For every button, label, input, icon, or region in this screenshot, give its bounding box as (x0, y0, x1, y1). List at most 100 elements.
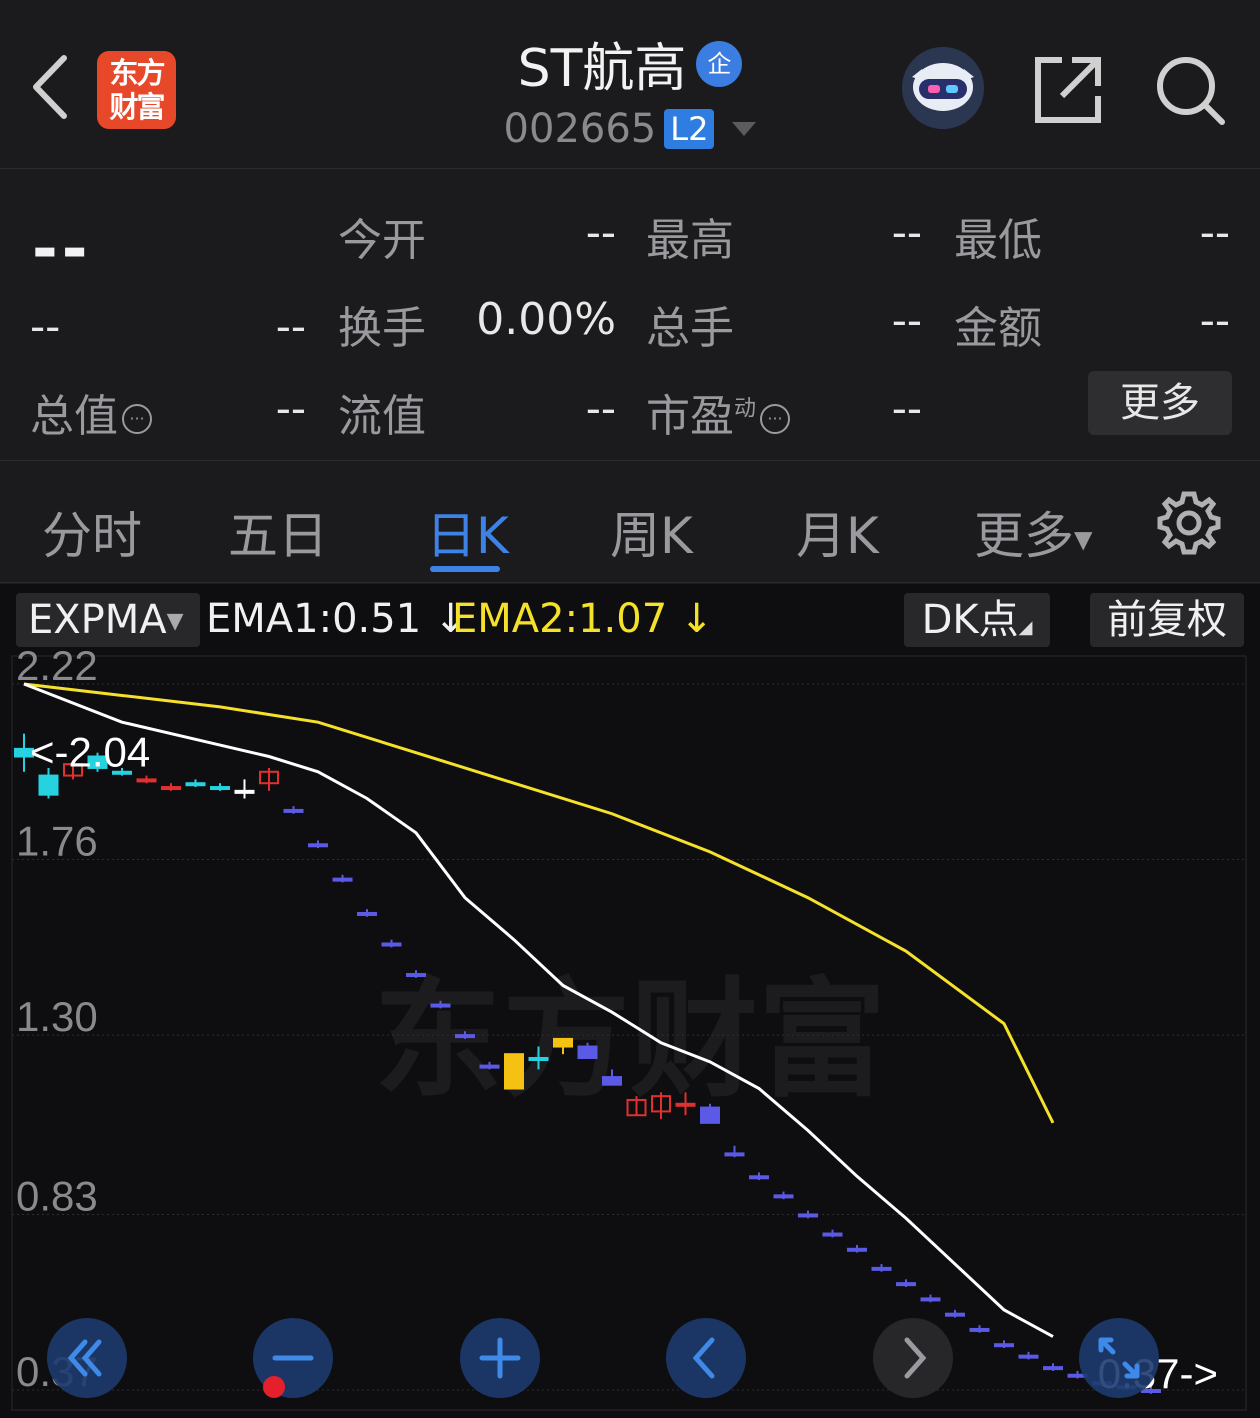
candle-body (332, 877, 353, 882)
pe-label-text: 市盈 (646, 391, 734, 442)
turnover-value: 0.00% (476, 294, 616, 345)
y-tick-label: 1.76 (16, 818, 98, 865)
high-value: -- (891, 208, 922, 257)
candle-body (210, 786, 230, 791)
market-cap-label-text: 总值 (30, 391, 118, 442)
candle-body (1018, 1354, 1039, 1359)
amount-label: 金额 (954, 303, 1042, 354)
candle-body (455, 1034, 475, 1039)
enterprise-badge: 企 (696, 40, 743, 87)
tab-intraday[interactable]: 分时 (42, 496, 142, 568)
volume-label: 总手 (646, 303, 734, 354)
price-change: -- (30, 302, 61, 351)
corner-triangle-icon: ◢ (1018, 617, 1033, 638)
high-label: 最高 (646, 215, 734, 266)
pe-dynamic-mark: 动 (734, 396, 757, 422)
info-icon: ··· (760, 404, 791, 434)
caret-down-icon: ▼ (1074, 525, 1093, 554)
active-tab-underline (430, 566, 500, 572)
dropdown-arrow-icon (732, 122, 757, 136)
stock-title[interactable]: ST航高 企 (420, 26, 840, 101)
low-value: -- (1199, 208, 1230, 257)
candle-body (847, 1247, 867, 1252)
candle-body (185, 782, 206, 787)
candle-body (161, 786, 181, 791)
market-cap-label[interactable]: 总值 ··· (30, 380, 152, 444)
pe-label[interactable]: 市盈动 ··· (646, 380, 791, 444)
assistant-avatar-icon[interactable] (902, 47, 984, 129)
pe-value: -- (891, 384, 922, 433)
settings-gear-icon[interactable] (1156, 490, 1222, 556)
more-quote-button[interactable]: 更多 (1088, 371, 1232, 435)
candle-body (602, 1076, 622, 1086)
candle-body (920, 1297, 941, 1302)
candle-body (994, 1343, 1014, 1348)
notification-dot (263, 1376, 285, 1398)
share-icon[interactable] (1032, 54, 1104, 126)
candle-body (553, 1037, 573, 1048)
candle-body (577, 1045, 598, 1059)
candle-body (528, 1056, 549, 1061)
search-icon[interactable] (1154, 54, 1226, 126)
candle-body (136, 778, 157, 783)
candle-body (822, 1232, 843, 1237)
float-cap-value: -- (585, 384, 616, 433)
candle-body (430, 1003, 451, 1008)
candle-body (38, 774, 59, 796)
quote-panel (0, 170, 1260, 461)
candle-body (381, 942, 402, 947)
candle-body (675, 1102, 696, 1107)
candle-body (871, 1266, 892, 1271)
tab-monthly-k[interactable]: 月K (796, 496, 879, 568)
ema1-readout: EMA1:0.51 ↓ (206, 596, 468, 642)
watermark-text: 东方财富 (374, 966, 886, 1115)
candle-body (896, 1282, 916, 1287)
turnover-label: 换手 (338, 303, 426, 354)
candle-body (1043, 1366, 1063, 1371)
tab-weekly-k[interactable]: 周K (610, 496, 693, 568)
stock-code: 002665 (503, 106, 657, 152)
open-value: -- (585, 208, 616, 257)
app-logo[interactable]: 东方财富 (97, 51, 176, 129)
back-icon[interactable] (28, 52, 72, 122)
stock-name: ST航高 (517, 39, 687, 99)
dk-point-label: DK点 (921, 597, 1019, 643)
y-tick-label: 2.22 (16, 642, 98, 689)
candle-body (357, 911, 377, 916)
candle-body (283, 808, 304, 813)
candle-body (504, 1053, 524, 1090)
open-label: 今开 (338, 215, 426, 266)
prev-button (666, 1318, 746, 1398)
kline-plot[interactable]: 东方财富2.221.761.300.830.37<-2.040.37-> (0, 584, 1260, 1418)
next-button (873, 1318, 953, 1398)
y-tick-label: 0.83 (16, 1172, 98, 1219)
info-icon: ··· (122, 404, 152, 434)
price-change-pct: -- (275, 302, 306, 351)
tab-more[interactable]: 更多▼ (974, 496, 1092, 568)
float-cap-label: 流值 (338, 391, 426, 442)
candle-body (969, 1327, 990, 1332)
low-label: 最低 (954, 215, 1042, 266)
market-cap-value: -- (275, 384, 306, 433)
tab-more-label: 更多 (974, 507, 1074, 565)
fullscreen-button (1079, 1318, 1159, 1398)
candle-body (749, 1175, 769, 1180)
current-price: -- (32, 212, 92, 285)
price-adjust-button[interactable]: 前复权 (1090, 593, 1244, 647)
caret-down-icon: ▼ (166, 609, 184, 634)
level-badge: L2 (664, 109, 715, 149)
candle-body (234, 789, 255, 794)
candle-body (406, 973, 426, 978)
candle-body (945, 1312, 965, 1317)
tab-five-day[interactable]: 五日 (228, 496, 328, 568)
indicator-dropdown[interactable]: EXPMA▼ (16, 593, 200, 647)
ema2-readout: EMA2:1.07 ↓ (452, 596, 714, 642)
high-marker-label: <-2.04 (30, 729, 150, 776)
y-tick-label: 1.30 (16, 993, 98, 1040)
logo-text: 东方财富 (109, 56, 165, 124)
candle-body (479, 1064, 500, 1069)
dk-point-button[interactable]: DK点◢ (904, 593, 1050, 647)
stock-code-line[interactable]: 002665 L2 (420, 106, 840, 152)
candle-body (798, 1213, 818, 1218)
tab-daily-k[interactable]: 日K (426, 496, 509, 568)
